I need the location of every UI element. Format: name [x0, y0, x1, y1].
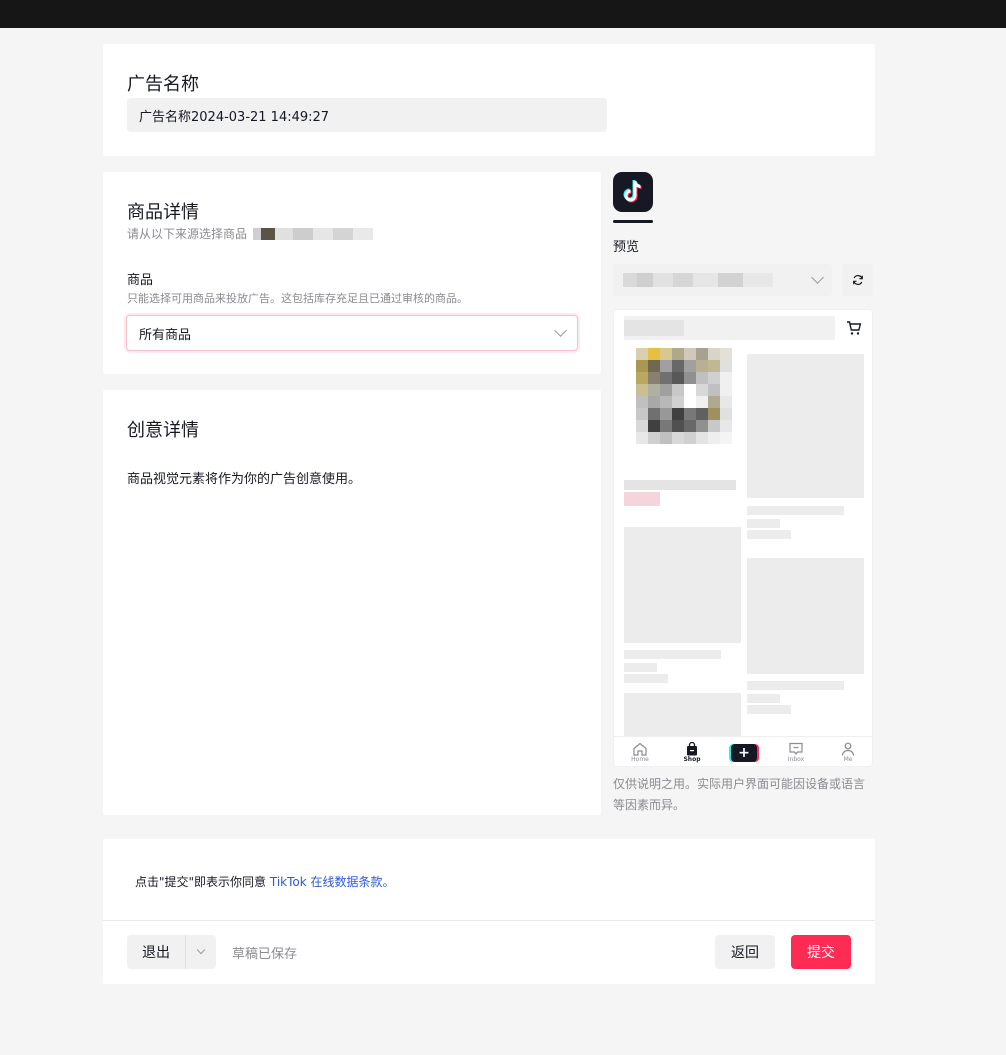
preview-tab-inbox: Inbox [776, 742, 816, 763]
creative-details-title: 创意详情 [127, 420, 199, 441]
agreement-text: 点击"提交"即表示你同意 TikTok 在线数据条款。 [135, 873, 395, 890]
preview-tab-create: + [724, 743, 764, 762]
placeholder-line [747, 705, 791, 714]
footer-card: 点击"提交"即表示你同意 TikTok 在线数据条款。 退出 草稿已保存 返回 … [103, 839, 875, 984]
agreement-prefix: 点击"提交"即表示你同意 [135, 875, 267, 889]
placeholder-card [747, 558, 864, 674]
plus-icon: + [731, 743, 757, 762]
placeholder-line [747, 694, 780, 703]
data-terms-link[interactable]: TikTok 在线数据条款。 [270, 875, 395, 889]
profile-icon [841, 742, 855, 756]
creative-description: 商品视觉元素将作为你的广告创意使用。 [127, 472, 362, 487]
preview-product-select[interactable] [613, 264, 832, 296]
cart-icon [847, 321, 862, 335]
product-details-card: 商品详情 请从以下来源选择商品 商品 只能选择可用商品来投放广告。这包括库存充足… [103, 172, 601, 374]
footer-divider [103, 920, 875, 921]
creative-details-card: 创意详情 商品视觉元素将作为你的广告创意使用。 [103, 390, 601, 815]
submit-button[interactable]: 提交 [791, 935, 851, 969]
draft-status: 草稿已保存 [232, 947, 298, 962]
exit-menu-button[interactable] [186, 935, 216, 969]
ad-name-input[interactable] [127, 98, 607, 132]
ad-name-card: 广告名称 [103, 44, 875, 156]
placeholder-card [624, 527, 741, 643]
blurred-price-badge [624, 492, 660, 506]
refresh-button[interactable] [842, 264, 873, 296]
preview-label: 预览 [613, 240, 640, 255]
product-details-title: 商品详情 [127, 202, 199, 223]
exit-button[interactable]: 退出 [127, 935, 186, 969]
product-source-text: 请从以下来源选择商品 [127, 227, 248, 241]
goods-hint: 只能选择可用商品来投放广告。这包括库存充足且已通过审核的商品。 [127, 292, 468, 305]
back-button[interactable]: 返回 [715, 935, 775, 969]
goods-select-value: 所有商品 [139, 327, 192, 343]
blurred-product-name [623, 273, 773, 287]
ad-name-title: 广告名称 [127, 74, 199, 95]
preview-tab-shop: Shop [672, 742, 712, 763]
preview-tab-me: Me [828, 742, 868, 763]
chevron-down-icon [196, 945, 206, 954]
placeholder-line [624, 663, 657, 672]
chevron-down-icon [554, 324, 567, 337]
goods-label: 商品 [127, 273, 154, 288]
product-source-hint: 请从以下来源选择商品 [127, 225, 374, 242]
phone-preview: Home Shop + Inbox Me [613, 309, 873, 767]
placeholder-card [624, 693, 741, 737]
exit-button-group: 退出 [127, 935, 216, 969]
placeholder-line [747, 519, 780, 528]
preview-disclaimer: 仅供说明之用。实际用户界面可能因设备或语言等因素而异。 [613, 777, 866, 812]
preview-tab-home: Home [620, 742, 660, 763]
chevron-down-icon [811, 271, 824, 284]
preview-search-bar [624, 316, 835, 340]
blurred-source-name [253, 227, 374, 240]
placeholder-line [624, 650, 721, 659]
preview-tab-bar: Home Shop + Inbox Me [614, 736, 872, 766]
placeholder-card [747, 354, 864, 498]
placeholder-line [747, 506, 844, 515]
blurred-product-image [636, 348, 732, 444]
placeholder-line [747, 681, 844, 690]
refresh-icon [852, 274, 863, 286]
tiktok-icon[interactable] [613, 172, 653, 212]
goods-select[interactable]: 所有商品 [126, 315, 578, 351]
home-icon [633, 742, 647, 756]
blurred-product-text [624, 480, 736, 490]
placeholder-line [747, 530, 791, 539]
inbox-icon [789, 742, 803, 755]
preview-tab-indicator [613, 220, 653, 223]
shopping-bag-icon [687, 742, 697, 756]
top-nav-bar [0, 0, 1006, 28]
placeholder-line [624, 674, 668, 683]
